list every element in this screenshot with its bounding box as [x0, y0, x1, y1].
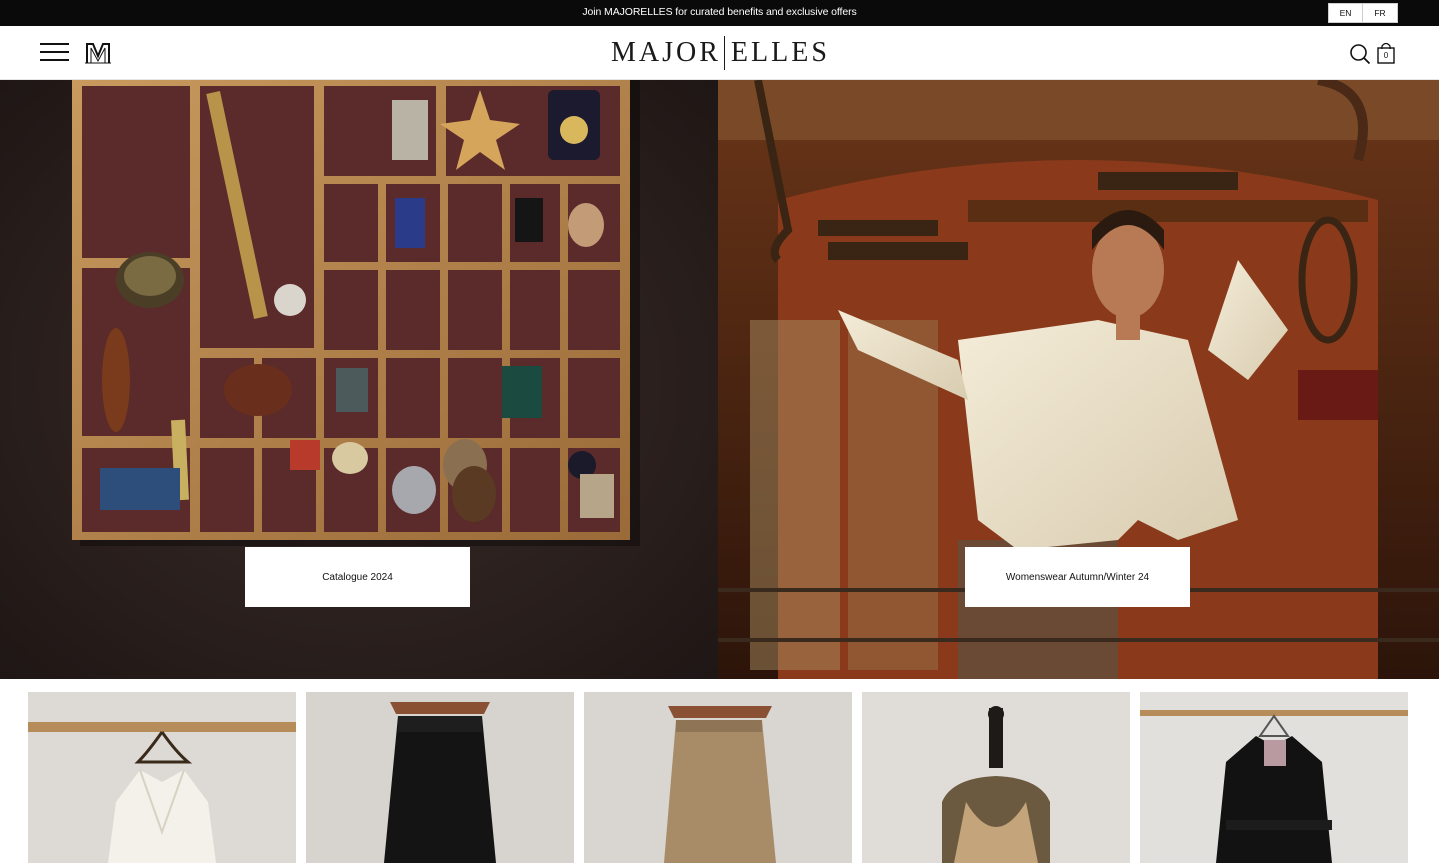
bag-count: 0	[1383, 51, 1389, 60]
site-header: MAJOR ELLES 0	[0, 26, 1439, 80]
suede-trousers-image	[584, 692, 852, 863]
language-switcher: EN FR	[1328, 3, 1398, 23]
camel-halter-top-image	[862, 692, 1130, 863]
product-card[interactable]	[306, 692, 574, 863]
lang-fr-button[interactable]: FR	[1363, 3, 1398, 23]
brand-wordmark[interactable]: MAJOR ELLES	[611, 35, 830, 71]
hero-womenswear[interactable]: Womenswear Autumn/Winter 24	[718, 80, 1439, 679]
search-icon[interactable]	[1349, 43, 1371, 65]
announcement-text[interactable]: Join MAJORELLES for curated benefits and…	[0, 6, 1439, 18]
black-coat-image	[1140, 692, 1408, 863]
white-jacket-image	[28, 692, 296, 863]
hero-catalogue[interactable]: Catalogue 2024	[0, 80, 718, 679]
product-card[interactable]	[28, 692, 296, 863]
hamburger-menu-icon[interactable]	[40, 43, 69, 63]
product-card[interactable]	[1140, 692, 1408, 863]
product-card[interactable]	[584, 692, 852, 863]
wordmark-divider	[723, 36, 725, 70]
product-strip	[0, 680, 1439, 863]
womenswear-cta-button[interactable]: Womenswear Autumn/Winter 24	[965, 547, 1190, 607]
lang-en-button[interactable]: EN	[1328, 3, 1363, 23]
brand-left: MAJOR	[611, 37, 721, 68]
catalogue-cta-button[interactable]: Catalogue 2024	[245, 547, 470, 607]
brand-right: ELLES	[730, 37, 830, 68]
announcement-bar: Join MAJORELLES for curated benefits and…	[0, 0, 1439, 26]
product-card[interactable]	[862, 692, 1130, 863]
shopping-bag-icon[interactable]: 0	[1375, 41, 1397, 65]
monogram-logo[interactable]	[84, 40, 112, 66]
black-trousers-image	[306, 692, 574, 863]
